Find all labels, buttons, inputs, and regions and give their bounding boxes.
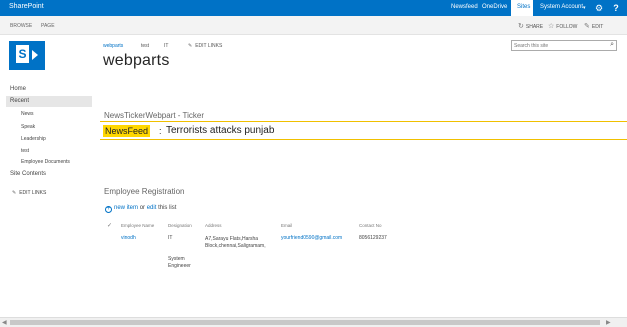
account-menu[interactable]: System Account (540, 4, 583, 10)
pencil-icon: ✎ (188, 43, 193, 49)
ticker-headline[interactable]: Terrorists attacks punjab (166, 125, 274, 137)
ticker-label: NewsFeed (103, 125, 151, 137)
ribbon: BROWSE PAGE ↻ SHARE ☆ FOLLOW ✎ EDIT (0, 16, 627, 35)
column-header-designation[interactable]: Designation (168, 223, 192, 228)
follow-button[interactable]: ☆ FOLLOW (548, 22, 577, 30)
share-icon: ↻ (518, 23, 524, 30)
column-header-contact-no[interactable]: Contact No (359, 223, 382, 228)
nav-test[interactable]: test (21, 148, 29, 154)
cell-designation-line3: Engineeer (168, 263, 191, 269)
cell-employee-name[interactable]: vinodh (121, 235, 136, 241)
column-header-email[interactable]: Email (281, 223, 292, 228)
share-button[interactable]: ↻ SHARE (518, 22, 543, 30)
news-ticker: NewsFeed : Terrorists attacks punjab (100, 121, 627, 140)
cell-email[interactable]: yourfriend0590@gmail.com (281, 235, 342, 241)
cell-designation: IT (168, 235, 173, 241)
star-icon: ☆ (548, 23, 555, 30)
page-title: webparts (103, 52, 170, 69)
add-icon[interactable]: + (105, 206, 112, 213)
search-input[interactable] (514, 42, 604, 50)
edit-button[interactable]: ✎ EDIT (584, 22, 603, 30)
chevron-down-icon: ▾ (583, 5, 586, 11)
suite-bar: SharePoint Newsfeed OneDrive Sites Syste… (0, 0, 627, 16)
scroll-left-icon[interactable]: ◀ (2, 319, 7, 326)
nav-employee-documents[interactable]: Employee Documents (21, 159, 70, 165)
edit-links-left-label: EDIT LINKS (19, 190, 47, 196)
new-item-row: + new item or edit this list (105, 205, 176, 213)
search-box[interactable]: ⌕ (511, 40, 617, 51)
nav-site-contents[interactable]: Site Contents (10, 171, 46, 177)
column-header-employee-name[interactable]: Employee Name (121, 223, 154, 228)
topnav-test[interactable]: test (141, 43, 149, 49)
this-list-text: this list (158, 205, 177, 211)
edit-links-left[interactable]: ✎ EDIT LINKS (12, 190, 46, 196)
search-icon[interactable]: ⌕ (610, 41, 614, 49)
scroll-right-icon[interactable]: ▶ (606, 319, 611, 326)
horizontal-scrollbar[interactable]: ◀ ▶ (0, 317, 627, 327)
pencil-icon: ✎ (12, 190, 17, 196)
nav-home[interactable]: Home (10, 86, 26, 92)
site-logo[interactable]: S (9, 41, 45, 70)
cell-address-line1: A7,Sarayu Flats,Harsha (205, 236, 259, 242)
sharepoint-brand-link[interactable]: SharePoint (9, 3, 44, 10)
edit-links-top[interactable]: ✎ EDIT LINKS (188, 43, 222, 49)
pencil-icon: ✎ (584, 23, 590, 30)
follow-label: FOLLOW (556, 24, 578, 30)
cell-address-line2: Block,chennai,Saligramam, (205, 243, 266, 249)
share-label: SHARE (525, 24, 544, 30)
logo-arrow (32, 50, 38, 60)
sharepoint-logo-icon: S (16, 45, 29, 63)
or-text: or (139, 205, 146, 211)
nav-speak[interactable]: Speak (21, 124, 35, 130)
tab-browse[interactable]: BROWSE (10, 23, 32, 29)
onedrive-link[interactable]: OneDrive (482, 4, 507, 10)
cell-designation-line2: System (168, 256, 185, 262)
new-item-link[interactable]: new item (114, 205, 138, 211)
tab-page[interactable]: PAGE (41, 23, 55, 29)
topnav-webparts[interactable]: webparts (103, 43, 123, 49)
nav-news[interactable]: News (21, 111, 34, 117)
column-header-address[interactable]: Address (205, 223, 222, 228)
nav-recent[interactable]: Recent (10, 98, 29, 104)
select-all-checkmark-icon[interactable]: ✓ (107, 222, 112, 229)
ticker-separator: : (159, 126, 162, 136)
newsfeed-link[interactable]: Newsfeed (451, 4, 478, 10)
edit-label: EDIT (591, 24, 604, 30)
scrollbar-thumb[interactable] (10, 320, 600, 325)
news-ticker-title: NewsTickerWebpart - Ticker (104, 111, 205, 120)
cell-contact-no: 8056129237 (359, 235, 387, 241)
edit-links-label: EDIT LINKS (195, 43, 223, 49)
nav-leadership[interactable]: Leadership (21, 136, 46, 142)
list-title[interactable]: Employee Registration (104, 187, 184, 196)
sites-link[interactable]: Sites (511, 0, 533, 16)
edit-list-link[interactable]: edit (147, 205, 157, 211)
gear-icon[interactable]: ⚙ (593, 2, 605, 14)
help-icon[interactable]: ? (610, 2, 622, 14)
topnav-it[interactable]: IT (164, 43, 168, 49)
sites-link-label: Sites (517, 4, 531, 10)
